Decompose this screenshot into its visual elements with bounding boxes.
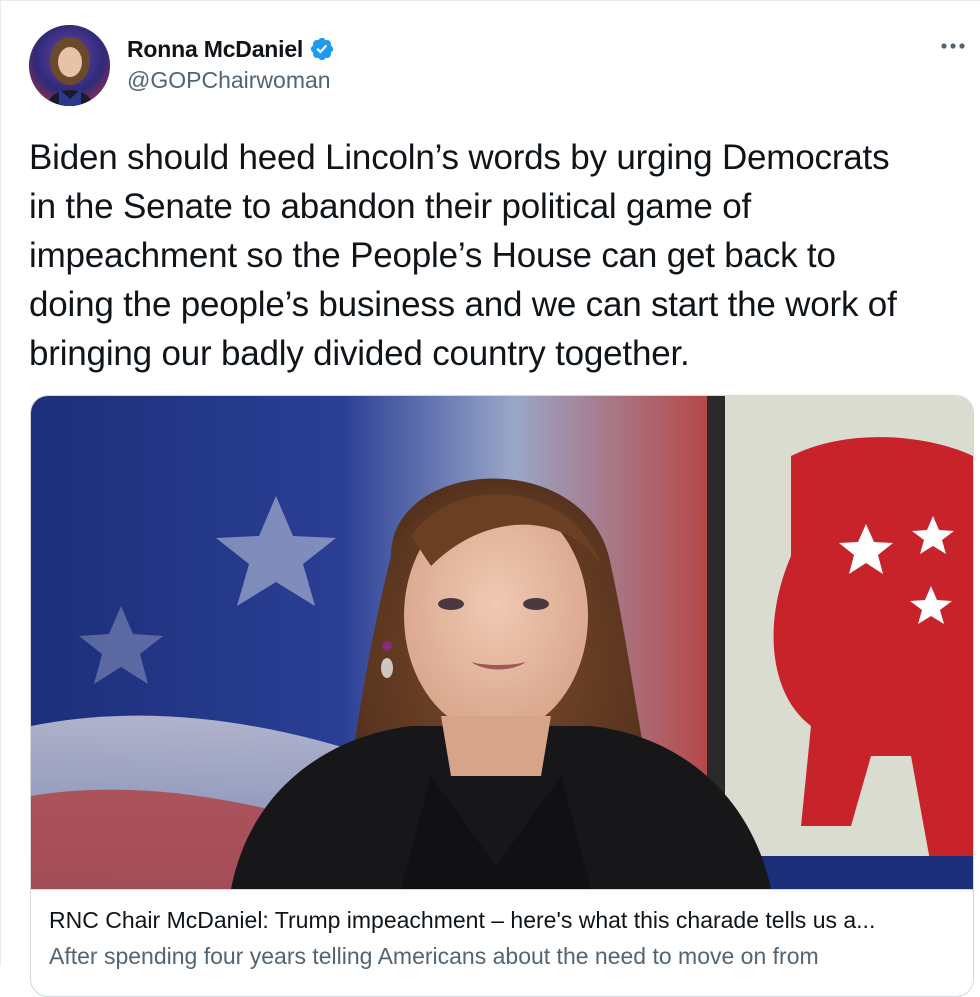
author-handle[interactable]: @GOPChairwoman xyxy=(127,67,331,94)
author-name[interactable]: Ronna McDaniel xyxy=(127,36,303,63)
card-meta[interactable]: RNC Chair McDaniel: Trump impeachment – … xyxy=(31,889,973,971)
avatar[interactable] xyxy=(29,25,110,106)
card-image xyxy=(31,396,973,889)
card-title[interactable]: RNC Chair McDaniel: Trump impeachment – … xyxy=(49,905,955,935)
link-card[interactable]: RNC Chair McDaniel: Trump impeachment – … xyxy=(30,395,974,997)
author-name-row: Ronna McDaniel xyxy=(127,33,335,65)
card-description: After spending four years telling Americ… xyxy=(49,943,819,969)
tweet-text: Biden should heed Lincoln’s words by urg… xyxy=(29,138,897,373)
more-horizontal-icon[interactable] xyxy=(938,35,968,57)
tweet[interactable]: Ronna McDaniel @GOPChairwoman Biden shou… xyxy=(0,0,980,997)
verified-badge-icon xyxy=(309,36,335,62)
